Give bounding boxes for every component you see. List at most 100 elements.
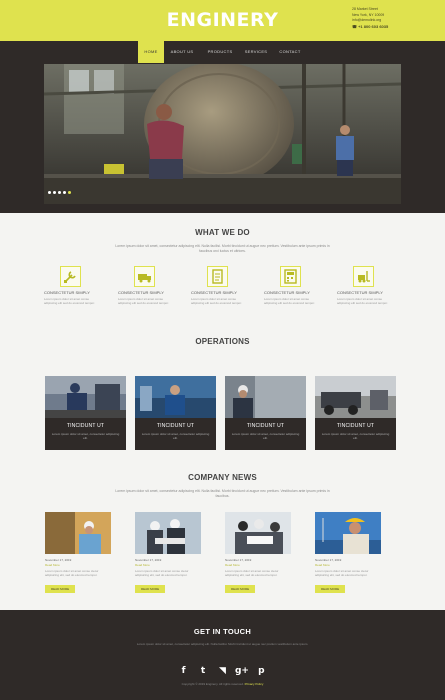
feature-text: Lorem ipsum dolor sit amet conse adipisc… <box>264 297 315 305</box>
news-text: Lorem ipsum dolor sit amet conse ctetur … <box>45 569 99 577</box>
read-more-button[interactable]: READ MORE <box>225 585 256 593</box>
get-in-touch-title: GET IN TOUCH <box>193 627 252 636</box>
feature-item: CONSECTETUR SIMPLY Lorem ipsum dolor sit… <box>333 266 393 305</box>
feature-item: CONSECTETUR SIMPLY Lorem ipsum dolor sit… <box>260 266 320 305</box>
company-news-title: COMPANY NEWS <box>188 473 257 482</box>
facebook-icon[interactable]: f <box>176 666 191 676</box>
privacy-policy-link[interactable]: Privacy Policy <box>245 682 264 686</box>
news-item: November 17, 2019 Read More Lorem ipsum … <box>315 512 381 595</box>
news-meta[interactable]: Read More <box>225 563 291 567</box>
feature-item: CONSECTETUR SIMPLY Lorem ipsum dolor sit… <box>187 266 247 305</box>
main-nav: HOME ABOUT US PRODUCTS SERVICES CONTACT <box>0 41 445 63</box>
read-more-button[interactable]: READ MORE <box>135 585 166 593</box>
phone-number: +1 800 603 6035 <box>358 23 389 29</box>
slider-dot[interactable] <box>53 191 56 194</box>
factory-worker-photo <box>44 64 401 204</box>
operation-photo <box>45 376 126 418</box>
operations-title: OPERATIONS <box>195 337 250 346</box>
operation-title: TINCIDUNT UT <box>246 423 285 429</box>
read-more-button[interactable]: READ MORE <box>45 585 76 593</box>
news-date: November 17, 2019 <box>315 558 342 562</box>
news-meta[interactable]: Read More <box>315 563 381 567</box>
what-we-do-subtitle: Lorem ipsum dolor sit amet, consectetur … <box>115 244 330 253</box>
operation-title: TINCIDUNT UT <box>66 423 105 429</box>
news-photo[interactable] <box>225 512 291 554</box>
news-text: Lorem ipsum dolor sit amet conse ctetur … <box>135 569 189 577</box>
operation-caption: TINCIDUNT UT Lorem ipsum dolor sit amet,… <box>45 418 126 450</box>
news-date: November 17, 2019 <box>225 558 252 562</box>
calculator-icon <box>279 266 301 287</box>
news-item: November 17, 2019 Read More Lorem ipsum … <box>45 512 111 595</box>
wrench-icon <box>59 266 81 287</box>
hero-slider[interactable] <box>44 64 401 204</box>
feature-title: CONSECTETUR SIMPLY <box>44 290 90 295</box>
slider-dot-active[interactable] <box>68 191 71 194</box>
news-item: November 17, 2019 Read More Lorem ipsum … <box>225 512 291 595</box>
feature-title: CONSECTETUR SIMPLY <box>191 290 237 295</box>
footer-subtitle: Lorem ipsum dolor sit amet, consectetur … <box>136 642 309 646</box>
copyright-text: Copyright © 2019 Enginery. All rights re… <box>181 682 244 686</box>
operation-text: Lorem ipsum dolor sit amet, consectetur … <box>321 432 390 440</box>
news-meta[interactable]: Read More <box>135 563 201 567</box>
feature-text: Lorem ipsum dolor sit amet conse adipisc… <box>337 297 388 305</box>
footer: GET IN TOUCH Lorem ipsum dolor sit amet,… <box>0 610 445 700</box>
operation-caption: TINCIDUNT UT Lorem ipsum dolor sit amet,… <box>315 418 396 450</box>
forklift-icon <box>352 266 374 287</box>
hero-section: HOME ABOUT US PRODUCTS SERVICES CONTACT <box>0 41 445 213</box>
operation-card[interactable]: TINCIDUNT UT Lorem ipsum dolor sit amet,… <box>135 376 216 450</box>
operation-text: Lorem ipsum dolor sit amet, consectetur … <box>231 432 300 440</box>
news-item: November 17, 2019 Read More Lorem ipsum … <box>135 512 201 595</box>
news-date: November 17, 2019 <box>135 558 162 562</box>
news-date: November 17, 2019 <box>45 558 72 562</box>
rss-icon[interactable]: ◥ <box>215 666 230 676</box>
operation-text: Lorem ipsum dolor sit amet, consectetur … <box>51 432 120 440</box>
document-icon <box>206 266 228 287</box>
nav-about-us[interactable]: ABOUT US <box>166 41 198 63</box>
news-text: Lorem ipsum dolor sit amet conse ctetur … <box>225 569 279 577</box>
nav-services[interactable]: SERVICES <box>240 41 272 63</box>
header-phone: ☎ +1 800 603 6035 <box>352 23 389 29</box>
operation-title: TINCIDUNT UT <box>156 423 195 429</box>
news-meta[interactable]: Read More <box>45 563 111 567</box>
operation-text: Lorem ipsum dolor sit amet, consectetur … <box>141 432 210 440</box>
operation-card[interactable]: TINCIDUNT UT Lorem ipsum dolor sit amet,… <box>45 376 126 450</box>
news-text: Lorem ipsum dolor sit amet conse ctetur … <box>315 569 369 577</box>
operation-caption: TINCIDUNT UT Lorem ipsum dolor sit amet,… <box>135 418 216 450</box>
operation-card[interactable]: TINCIDUNT UT Lorem ipsum dolor sit amet,… <box>315 376 396 450</box>
company-news-subtitle: Lorem ipsum dolor sit amet, consectetur … <box>115 489 330 498</box>
nav-contact[interactable]: CONTACT <box>274 41 306 63</box>
copyright: Copyright © 2019 Enginery. All rights re… <box>0 682 445 686</box>
feature-text: Lorem ipsum dolor sit amet conse adipisc… <box>44 297 95 305</box>
feature-item: CONSECTETUR SIMPLY Lorem ipsum dolor sit… <box>40 266 100 305</box>
news-photo[interactable] <box>45 512 111 554</box>
google-plus-icon[interactable]: g+ <box>234 666 249 676</box>
social-links: f t ◥ g+ p <box>0 660 445 678</box>
slider-dot[interactable] <box>58 191 61 194</box>
operation-caption: TINCIDUNT UT Lorem ipsum dolor sit amet,… <box>225 418 306 450</box>
news-photo[interactable] <box>315 512 381 554</box>
feature-title: CONSECTETUR SIMPLY <box>337 290 383 295</box>
what-we-do-title: WHAT WE DO <box>195 228 250 237</box>
feature-text: Lorem ipsum dolor sit amet conse adipisc… <box>191 297 242 305</box>
truck-icon <box>133 266 155 287</box>
nav-products[interactable]: PRODUCTS <box>203 41 237 63</box>
twitter-icon[interactable]: t <box>196 666 211 676</box>
header-contact-info: 28 Market Street New York, NY 10009 info… <box>352 7 388 29</box>
feature-title: CONSECTETUR SIMPLY <box>118 290 164 295</box>
slider-dot[interactable] <box>63 191 66 194</box>
news-photo[interactable] <box>135 512 201 554</box>
operation-title: TINCIDUNT UT <box>336 423 375 429</box>
feature-item: CONSECTETUR SIMPLY Lorem ipsum dolor sit… <box>114 266 174 305</box>
nav-home[interactable]: HOME <box>138 41 164 63</box>
feature-text: Lorem ipsum dolor sit amet conse adipisc… <box>118 297 169 305</box>
read-more-button[interactable]: READ MORE <box>315 585 346 593</box>
slider-dot[interactable] <box>48 191 51 194</box>
operation-photo <box>315 376 396 418</box>
feature-title: CONSECTETUR SIMPLY <box>264 290 310 295</box>
pinterest-icon[interactable]: p <box>254 666 269 676</box>
operation-photo <box>225 376 306 418</box>
top-bar: ENGINERY 28 Market Street New York, NY 1… <box>0 0 445 41</box>
operation-photo <box>135 376 216 418</box>
operation-card[interactable]: TINCIDUNT UT Lorem ipsum dolor sit amet,… <box>225 376 306 450</box>
slider-dots[interactable] <box>48 181 73 199</box>
